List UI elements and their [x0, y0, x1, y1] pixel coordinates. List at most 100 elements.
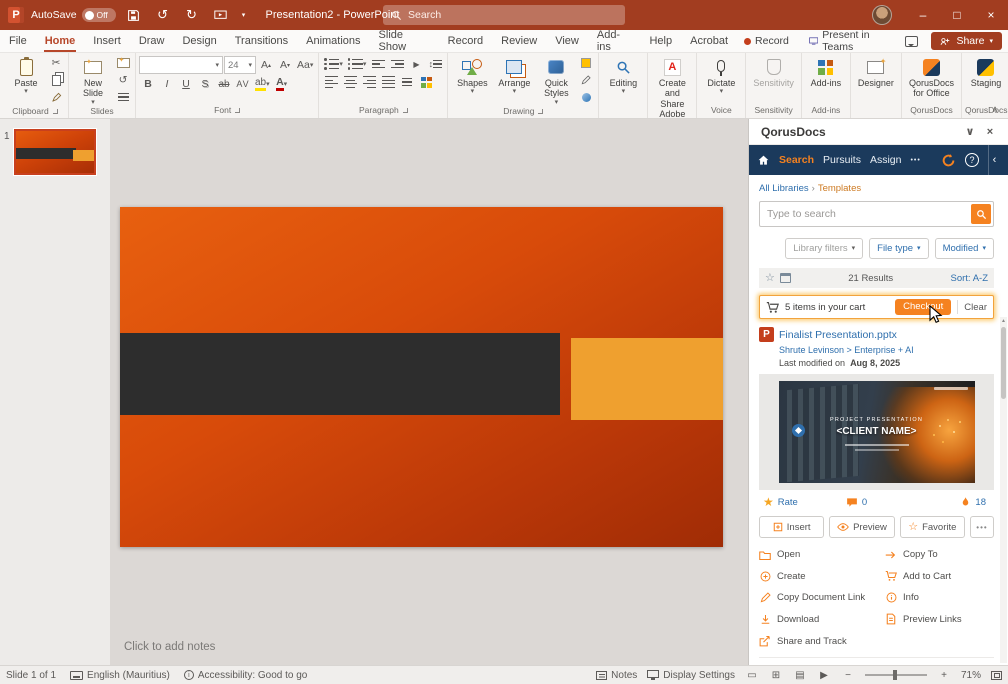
tab-slide-show[interactable]: Slide Show [370, 30, 439, 52]
panel-search-input[interactable] [759, 201, 994, 227]
zoom-slider-thumb[interactable] [893, 670, 897, 680]
layout-button[interactable] [114, 55, 132, 71]
powerpoint-logo-icon[interactable]: P [8, 7, 24, 23]
quick-styles-button[interactable]: Quick Styles ▾ [535, 55, 577, 106]
likes-count[interactable]: 18 [960, 496, 986, 508]
panel-search-button[interactable] [971, 204, 991, 224]
clear-cart-button[interactable]: Clear [964, 302, 987, 313]
autosave-toggle[interactable]: AutoSave Off [31, 8, 116, 22]
strikethrough-button[interactable]: ab [215, 76, 233, 92]
increase-indent-button[interactable] [388, 56, 406, 72]
shape-outline-button[interactable] [577, 72, 595, 88]
undo-button[interactable]: ↺ [152, 3, 174, 27]
font-name-combo[interactable]: ▾ [139, 56, 223, 74]
fit-slide-to-window-button[interactable] [991, 671, 1002, 680]
bold-button[interactable]: B [139, 76, 157, 92]
notes-toggle-button[interactable]: Notes [596, 670, 637, 681]
zoom-level[interactable]: 71% [961, 670, 981, 681]
autosave-switch[interactable]: Off [82, 8, 116, 22]
qorusdocs-for-office-button[interactable]: QorusDocs for Office [905, 55, 958, 99]
library-filters-dropdown[interactable]: Library filters▾ [785, 238, 863, 259]
nav-item-assign[interactable]: Assign [870, 154, 902, 166]
shrink-font-button[interactable]: A▾ [276, 57, 294, 73]
tab-record[interactable]: Record [439, 30, 492, 52]
slide-sorter-view-button[interactable]: ⊞ [769, 670, 783, 681]
file-name-link[interactable]: Finalist Presentation.pptx [779, 329, 897, 341]
nav-item-search[interactable]: Search [779, 154, 814, 166]
clipboard-dialog-launcher-icon[interactable] [53, 109, 58, 114]
tab-home[interactable]: Home [36, 30, 85, 52]
file-library-path[interactable]: Shrute Levinson > Enterprise + AI [779, 345, 994, 355]
arrange-button[interactable]: Arrange ▾ [493, 55, 535, 95]
favorites-filter-icon[interactable]: ☆ [765, 273, 775, 284]
scrollbar-thumb[interactable] [1001, 327, 1006, 399]
zoom-slider[interactable] [865, 674, 927, 676]
accessibility-status[interactable]: iAccessibility: Good to go [184, 670, 308, 681]
share-button[interactable]: Share ▾ [931, 32, 1002, 50]
reading-view-button[interactable]: ▤ [793, 670, 807, 681]
tab-view[interactable]: View [546, 30, 588, 52]
menu-open[interactable]: Open [759, 549, 881, 560]
justify-button[interactable] [379, 74, 397, 90]
quick-access-caret-icon[interactable]: ▾ [239, 3, 249, 27]
font-dialog-launcher-icon[interactable] [235, 108, 240, 113]
modified-dropdown[interactable]: Modified▾ [935, 238, 994, 259]
columns-button[interactable] [398, 74, 416, 90]
tab-review[interactable]: Review [492, 30, 546, 52]
calendar-view-icon[interactable] [780, 273, 791, 283]
align-right-button[interactable] [360, 74, 378, 90]
staging-button[interactable]: Staging [965, 55, 1007, 88]
new-slide-button[interactable]: New Slide ▾ [72, 55, 114, 106]
tab-transitions[interactable]: Transitions [226, 30, 297, 52]
tab-acrobat[interactable]: Acrobat [681, 30, 737, 52]
align-center-button[interactable] [341, 74, 359, 90]
shape-effects-button[interactable] [577, 89, 595, 105]
nav-more-button[interactable]: ••• [910, 157, 920, 164]
more-actions-button[interactable]: ••• [970, 516, 994, 538]
copy-button[interactable] [47, 72, 65, 88]
font-color-button[interactable]: A▾ [273, 76, 291, 92]
search-box[interactable]: Search [383, 5, 625, 25]
drawing-dialog-launcher-icon[interactable] [538, 109, 543, 114]
tab-draw[interactable]: Draw [130, 30, 174, 52]
add-ins-button[interactable]: Add-ins [805, 55, 847, 88]
menu-add-to-cart[interactable]: Add to Cart [885, 570, 994, 582]
numbering-button[interactable]: ▾ [346, 56, 369, 72]
breadcrumb-current[interactable]: Templates [818, 183, 861, 194]
maximize-button[interactable]: □ [940, 0, 974, 30]
sort-control[interactable]: Sort: A-Z [951, 273, 989, 284]
preview-button[interactable]: Preview [829, 516, 894, 538]
rate-button[interactable]: ★Rate [763, 496, 798, 508]
tab-file[interactable]: File [0, 30, 36, 52]
grow-font-button[interactable]: A▴ [257, 57, 275, 73]
file-type-dropdown[interactable]: File type▾ [869, 238, 928, 259]
help-icon[interactable]: ? [965, 153, 979, 167]
slide-indicator[interactable]: Slide 1 of 1 [6, 670, 56, 681]
cut-button[interactable]: ✂ [47, 55, 65, 71]
convert-smartart-button[interactable] [417, 74, 435, 90]
slide-thumbnail[interactable] [14, 129, 96, 175]
menu-download[interactable]: Download [759, 613, 881, 625]
file-preview-thumbnail[interactable]: PROJECT PRESENTATION <CLIENT NAME> [779, 381, 975, 483]
zoom-in-button[interactable]: + [937, 670, 951, 681]
panel-collapse-chevron-icon[interactable]: ‹ [988, 145, 1000, 175]
menu-preview-links[interactable]: Preview Links [885, 613, 994, 625]
shape-fill-button[interactable] [577, 55, 595, 71]
slide-dark-rectangle[interactable] [120, 333, 560, 415]
highlight-button[interactable]: ab▾ [253, 76, 272, 92]
scrollbar-up-arrow-icon[interactable]: ▲ [1000, 317, 1007, 325]
present-in-teams-button[interactable]: Present in Teams [802, 27, 893, 55]
line-spacing-button[interactable]: ↕ [426, 56, 444, 72]
comments-count[interactable]: 0 [846, 497, 867, 508]
redo-button[interactable]: ↻ [181, 3, 203, 27]
insert-button[interactable]: Insert [759, 516, 824, 538]
italic-button[interactable]: I [158, 76, 176, 92]
slide-amber-rectangle[interactable] [571, 338, 723, 420]
align-left-button[interactable] [322, 74, 340, 90]
underline-button[interactable]: U [177, 76, 195, 92]
minimize-button[interactable]: – [906, 0, 940, 30]
comments-button[interactable] [898, 34, 925, 49]
menu-create[interactable]: Create [759, 570, 881, 582]
bullets-button[interactable]: ▾ [322, 56, 345, 72]
language-selector[interactable]: English (Mauritius) [70, 670, 170, 681]
